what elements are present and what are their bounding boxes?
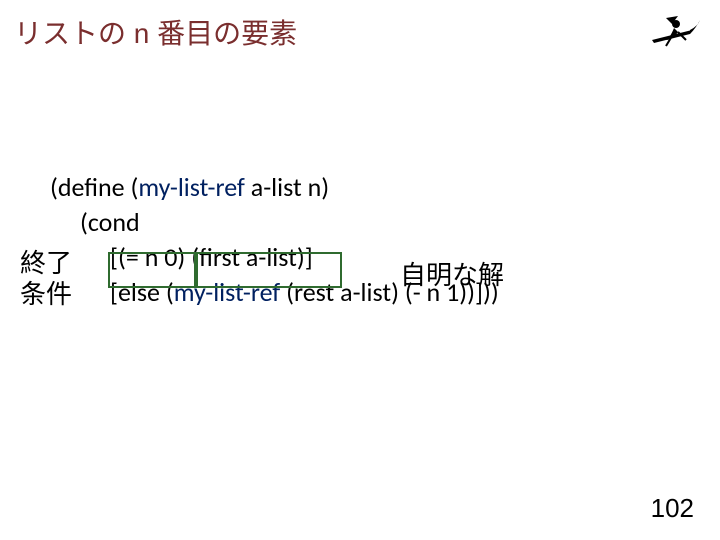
page-number: 102 (651, 493, 694, 524)
code-line-2: (cond (80, 205, 700, 240)
code-line-1: (define (my-list-ref a-list n) (50, 170, 700, 205)
fn-name-recursive: my-list-ref (174, 276, 281, 308)
annotation-trivial-solution: 自明な解 (400, 255, 504, 292)
code-block: (define (my-list-ref a-list n) (cond [(=… (20, 170, 700, 310)
annotation-termination-condition: 終了 条件 (20, 248, 72, 310)
witch-icon (642, 10, 702, 60)
fn-name: my-list-ref (138, 171, 245, 203)
slide-title: リストの n 番目の要素 (14, 12, 297, 52)
